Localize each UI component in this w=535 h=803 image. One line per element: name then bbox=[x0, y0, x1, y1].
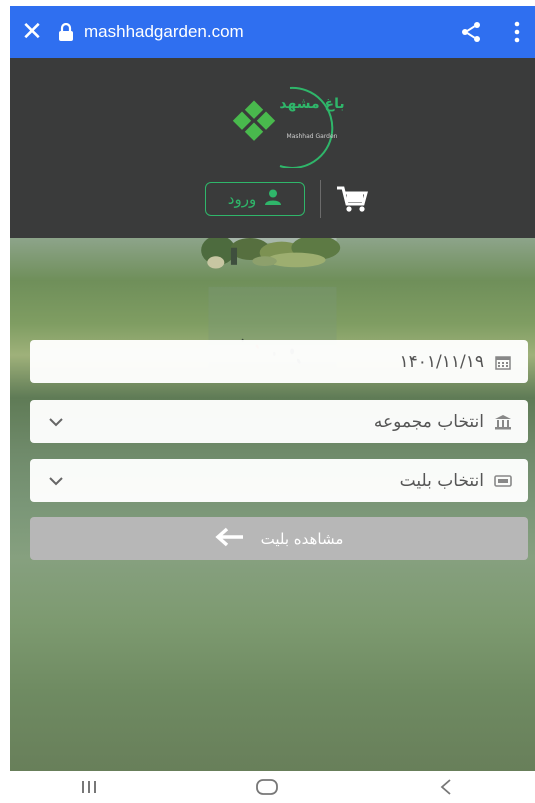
url-text[interactable]: mashhadgarden.com bbox=[78, 22, 443, 42]
logo-text-sub: Mashhad Garden bbox=[287, 133, 338, 140]
login-button[interactable]: ورود bbox=[205, 182, 305, 216]
login-label: ورود bbox=[227, 190, 257, 208]
close-icon[interactable]: ✕ bbox=[10, 6, 54, 58]
collection-select[interactable]: انتخاب مجموعه bbox=[30, 400, 528, 443]
arrow-left-icon bbox=[214, 527, 245, 551]
site-logo[interactable]: باغ مشهد Mashhad Garden bbox=[220, 78, 350, 169]
screen: ✕ mashhadgarden.com باغ مشهد Mashhad Gar… bbox=[0, 0, 535, 803]
back-icon[interactable] bbox=[426, 775, 466, 799]
view-ticket-button[interactable]: مشاهده بلیت bbox=[30, 517, 528, 560]
date-field[interactable]: ۱۴۰۱/۱۱/۱۹ bbox=[30, 340, 528, 383]
date-value: ۱۴۰۱/۱۱/۱۹ bbox=[399, 351, 484, 372]
hero-background bbox=[10, 238, 535, 771]
view-ticket-label: مشاهده بلیت bbox=[260, 529, 344, 548]
browser-toolbar: ✕ mashhadgarden.com bbox=[10, 6, 535, 58]
ticket-select[interactable]: انتخاب بلیت bbox=[30, 459, 528, 502]
more-vert-icon[interactable] bbox=[499, 6, 535, 58]
home-icon[interactable] bbox=[247, 775, 287, 799]
user-icon bbox=[264, 189, 282, 209]
chevron-down-icon bbox=[44, 410, 68, 434]
header-divider bbox=[320, 180, 321, 218]
system-nav-bar bbox=[0, 771, 535, 803]
site-header: باغ مشهد Mashhad Garden ورود bbox=[10, 58, 535, 238]
recents-icon[interactable] bbox=[69, 775, 109, 799]
ticket-placeholder: انتخاب بلیت bbox=[399, 470, 484, 491]
calendar-icon bbox=[492, 351, 514, 373]
lock-icon bbox=[54, 6, 78, 58]
logo-text-main: باغ مشهد bbox=[279, 96, 344, 112]
cart-icon[interactable] bbox=[335, 184, 369, 214]
collection-placeholder: انتخاب مجموعه bbox=[373, 411, 484, 432]
museum-icon bbox=[492, 411, 514, 433]
ticket-icon bbox=[492, 470, 514, 492]
chevron-down-icon bbox=[44, 469, 68, 493]
share-icon[interactable] bbox=[443, 6, 499, 58]
